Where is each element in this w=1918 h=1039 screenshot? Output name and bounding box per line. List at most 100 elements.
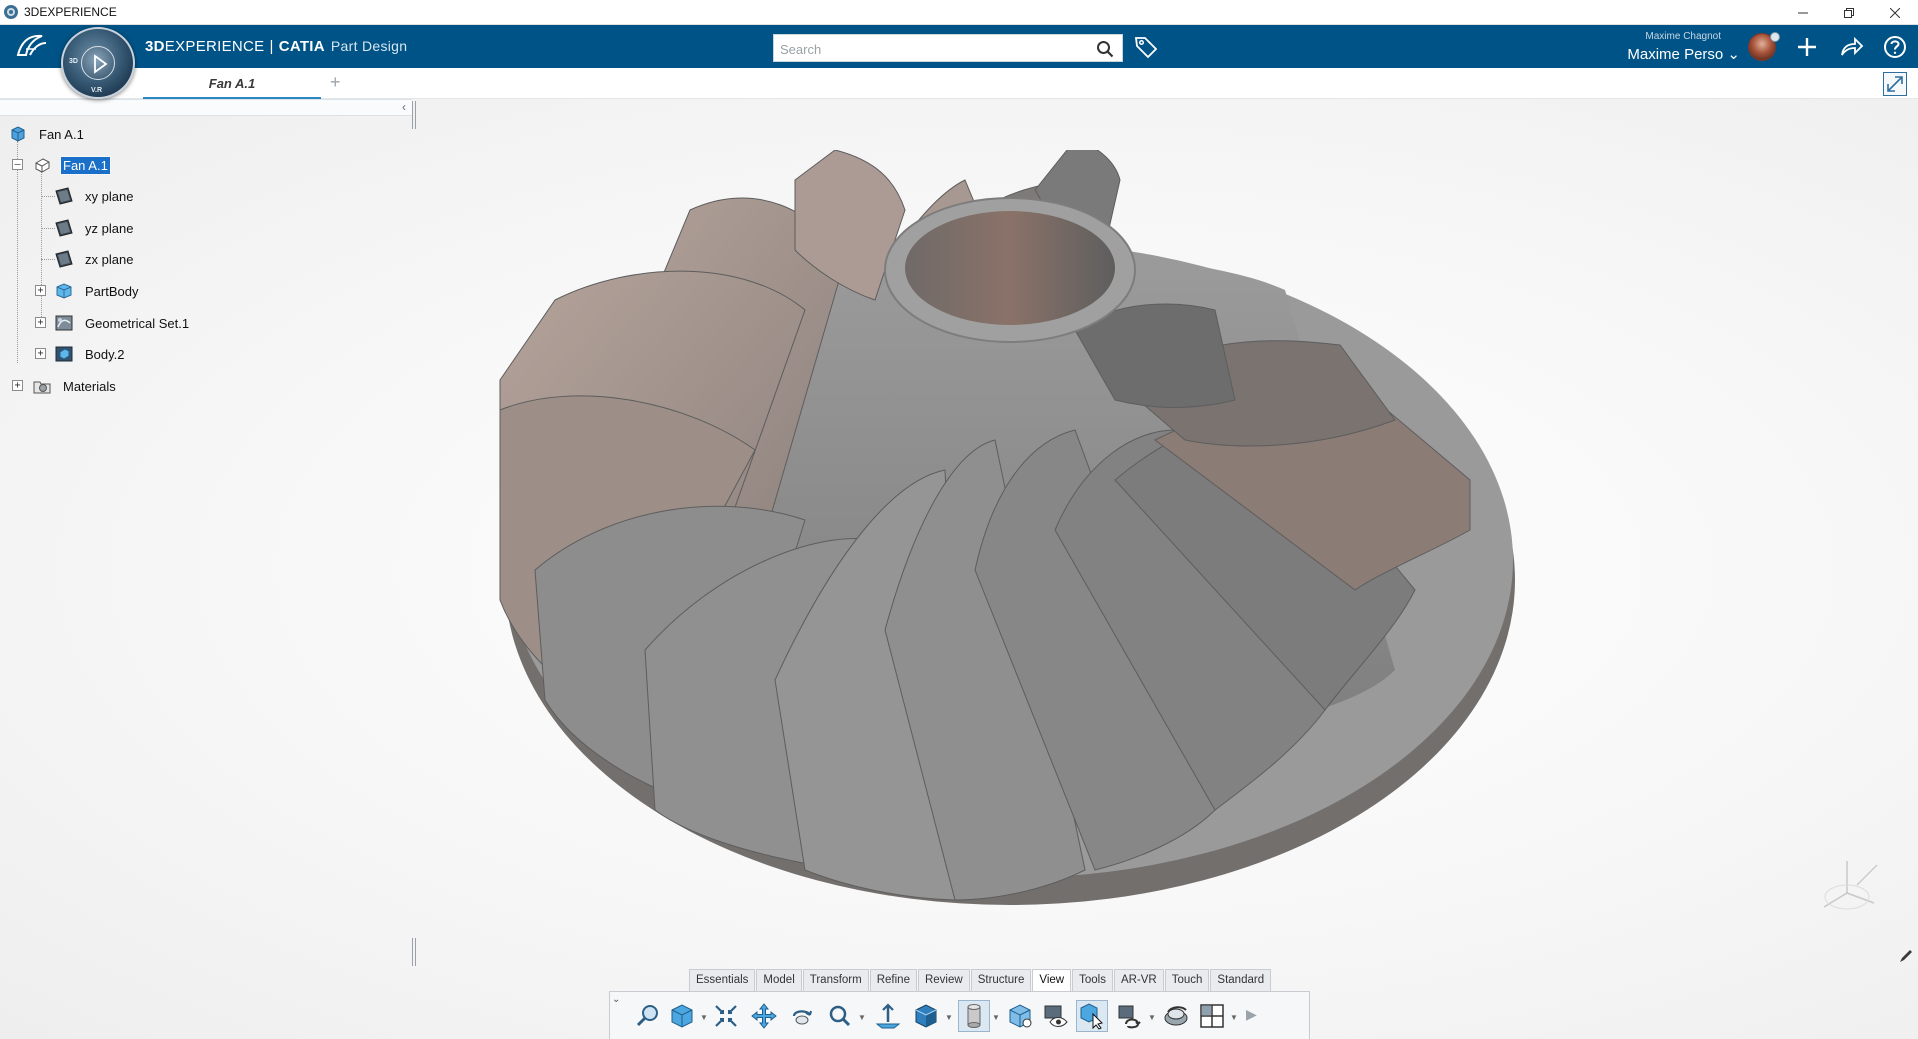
- section-tab-view[interactable]: View: [1032, 969, 1072, 991]
- top-bar: 3D EXPERIENCE|CATIA Part Design Maxime Cha…: [0, 25, 1918, 68]
- dassault-systemes-logo[interactable]: [12, 31, 50, 61]
- chevron-down-icon[interactable]: ⌄: [612, 994, 624, 1008]
- specification-tree: ‹ Fan A.1 – Fan A.1 xy plane yz plane zx…: [0, 99, 412, 949]
- plane-icon: [55, 250, 73, 268]
- rotate-tool[interactable]: [786, 1000, 818, 1032]
- cylinder-view-tool[interactable]: [958, 1000, 990, 1032]
- compass-label-3d: 3D: [69, 58, 78, 65]
- select-cursor-icon: [1080, 1003, 1103, 1030]
- chevron-down-icon[interactable]: ▼: [858, 1013, 866, 1022]
- chevron-down-icon[interactable]: ▼: [1230, 1013, 1238, 1022]
- tree-node-label: PartBody: [85, 283, 139, 299]
- render-style-tool[interactable]: [910, 1000, 942, 1032]
- normal-view-tool[interactable]: [872, 1000, 904, 1032]
- search-icon[interactable]: [1096, 40, 1114, 58]
- tree-node-label: zx plane: [85, 251, 134, 267]
- chevron-down-icon[interactable]: ▼: [1148, 1013, 1156, 1022]
- share-icon[interactable]: [1837, 33, 1865, 61]
- geometrical-set-icon: [55, 315, 73, 331]
- section-tab-essentials[interactable]: Essentials: [689, 969, 756, 991]
- tree-connector: [41, 167, 42, 319]
- pen-icon[interactable]: [1898, 948, 1914, 964]
- tree-expander-geometrical-set[interactable]: +: [35, 317, 46, 328]
- restore-button[interactable]: [1826, 0, 1872, 25]
- lighting-tool[interactable]: [1160, 1000, 1192, 1032]
- select-visible-tool[interactable]: [1076, 1000, 1108, 1032]
- multi-view-tool[interactable]: [1196, 1000, 1228, 1032]
- user-menu[interactable]: Maxime Perso ⌄: [1627, 45, 1740, 63]
- axis-triad[interactable]: [1812, 855, 1882, 925]
- tree-collapse-bar: ‹: [0, 99, 412, 116]
- brand-role: Part Design: [330, 38, 408, 54]
- swap-visible-space-tool[interactable]: [1040, 1000, 1072, 1032]
- tree-splitter-bottom[interactable]: [412, 938, 416, 966]
- compass-play-button[interactable]: [81, 46, 115, 80]
- section-tab-touch[interactable]: Touch: [1164, 969, 1210, 991]
- zoom-tool[interactable]: [824, 1000, 856, 1032]
- cube-icon: [671, 1004, 693, 1028]
- document-tab-bar: Fan A.1 +: [0, 68, 1918, 99]
- minimize-button[interactable]: [1780, 0, 1826, 25]
- tree-node-materials[interactable]: Materials: [32, 375, 118, 397]
- tree-connector: [17, 141, 18, 363]
- pan-tool[interactable]: [748, 1000, 780, 1032]
- brand-app: CATIA: [278, 38, 325, 55]
- tree-expander-body2[interactable]: +: [35, 348, 46, 359]
- chevron-down-icon[interactable]: ▼: [992, 1013, 1000, 1022]
- action-bar-sections: Essentials Model Transform Refine Review…: [689, 969, 1272, 991]
- tree-node-root[interactable]: Fan A.1: [8, 123, 86, 145]
- add-tab-button[interactable]: +: [330, 72, 341, 93]
- tree-node-label: yz plane: [85, 220, 134, 236]
- search-input[interactable]: [780, 39, 1080, 59]
- section-tab-review[interactable]: Review: [917, 969, 970, 991]
- tree-splitter-top[interactable]: [412, 101, 416, 129]
- impeller-model[interactable]: [495, 150, 1525, 915]
- brand-separator: |: [269, 38, 274, 55]
- close-icon: [1890, 7, 1900, 18]
- fit-all-tool[interactable]: [710, 1000, 742, 1032]
- grid-icon: [1200, 1004, 1224, 1028]
- tree-expander-part[interactable]: –: [12, 159, 23, 170]
- tree-connector: [41, 196, 55, 197]
- tag-icon[interactable]: [1133, 34, 1159, 60]
- close-button[interactable]: [1872, 0, 1918, 25]
- section-tab-ar-vr[interactable]: AR-VR: [1113, 969, 1164, 991]
- tree-node-partbody[interactable]: PartBody: [54, 280, 140, 302]
- tree-node-body-2[interactable]: Body.2: [54, 343, 127, 365]
- plus-icon[interactable]: [1793, 33, 1821, 61]
- refresh-icon: [1118, 1005, 1141, 1029]
- tree-node-zx-plane[interactable]: zx plane: [54, 248, 135, 270]
- tree-node-geometrical-set-1[interactable]: Geometrical Set.1: [54, 312, 191, 334]
- tree-expander-materials[interactable]: +: [12, 380, 23, 391]
- section-tab-tools[interactable]: Tools: [1072, 969, 1113, 991]
- section-tab-model[interactable]: Model: [756, 969, 802, 991]
- chevron-down-icon[interactable]: ▼: [945, 1013, 953, 1022]
- tree-node-xy-plane[interactable]: xy plane: [54, 185, 135, 207]
- section-tab-transform[interactable]: Transform: [802, 969, 869, 991]
- tab-fan-a1[interactable]: Fan A.1: [143, 68, 321, 99]
- tree-expander-partbody[interactable]: +: [35, 285, 46, 296]
- rotate-icon: [792, 1010, 812, 1025]
- animate-view-tool[interactable]: [1114, 1000, 1146, 1032]
- help-icon[interactable]: [1881, 33, 1909, 61]
- zoom-area-icon: [636, 1005, 658, 1027]
- search-box: [773, 34, 1123, 62]
- window-title: 3DEXPERIENCE: [24, 5, 117, 19]
- tree-node-part[interactable]: Fan A.1: [32, 154, 111, 176]
- section-tab-standard[interactable]: Standard: [1210, 969, 1272, 991]
- chevron-right-icon[interactable]: ▶: [1246, 1006, 1257, 1023]
- zoom-area-tool[interactable]: [632, 1000, 664, 1032]
- tree-node-label: Fan A.1: [60, 155, 111, 175]
- maximize-viewer-button[interactable]: [1883, 72, 1907, 96]
- compass-widget[interactable]: 3D V.R: [61, 27, 135, 99]
- hide-show-tool[interactable]: [1004, 1000, 1036, 1032]
- user-subtitle: Maxime Chagnot: [1645, 31, 1721, 42]
- section-tab-refine[interactable]: Refine: [869, 969, 917, 991]
- chevron-down-icon[interactable]: ▼: [700, 1013, 708, 1022]
- tree-node-label: Materials: [63, 378, 116, 394]
- chevron-left-icon[interactable]: ‹: [402, 100, 406, 114]
- brand-experience: EXPERIENCE: [164, 38, 265, 55]
- tree-node-yz-plane[interactable]: yz plane: [54, 217, 135, 239]
- view-orientation-tool[interactable]: [666, 1000, 698, 1032]
- section-tab-structure[interactable]: Structure: [970, 969, 1032, 991]
